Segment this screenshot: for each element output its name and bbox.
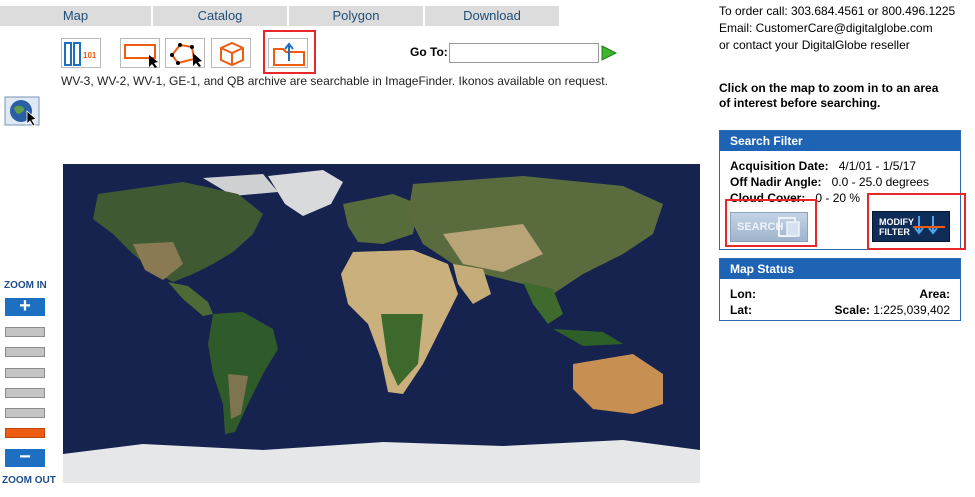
polygon-select-icon: [170, 43, 202, 67]
strip-id-icon: 101: [64, 42, 97, 66]
scale: Scale: 1:225,039,402: [835, 303, 950, 317]
scale-label: Scale:: [834, 303, 870, 317]
highlight-modify-filter-button: [867, 193, 966, 250]
zoom-in-button[interactable]: +: [5, 296, 45, 316]
cloud-cover-value: 0 - 20 %: [815, 191, 861, 205]
world-map-image: [63, 164, 700, 483]
zoom-level-3[interactable]: [5, 368, 45, 378]
off-nadir-angle: Off Nadir Angle: 0.0 - 25.0 degrees: [730, 175, 929, 189]
go-arrow-icon[interactable]: [600, 45, 618, 61]
goto-label: Go To:: [410, 45, 448, 59]
zoom-in-label: ZOOM IN: [4, 280, 47, 291]
zoom-level-1[interactable]: [5, 327, 45, 337]
archive-note: WV-3, WV-2, WV-1, GE-1, and QB archive a…: [61, 74, 608, 88]
zoom-out-button[interactable]: −: [5, 447, 45, 467]
zoom-level-4[interactable]: [5, 388, 45, 398]
acquisition-date: Acquisition Date: 4/1/01 - 1/5/17: [730, 159, 916, 173]
contact-info: To order call: 303.684.4561 or 800.496.1…: [719, 3, 955, 54]
search-filter-title: Search Filter: [720, 131, 960, 151]
area-label: Area:: [919, 287, 950, 301]
scale-value: 1:225,039,402: [873, 303, 950, 317]
map-status-panel: Map Status Lon: Area: Lat: Scale: 1:225,…: [719, 258, 961, 321]
strip-id-tool[interactable]: 101: [61, 38, 101, 68]
rectangle-select-icon: [124, 44, 158, 68]
globe-pan-icon[interactable]: [4, 96, 44, 128]
off-nadir-value: 0.0 - 25.0 degrees: [831, 175, 929, 189]
contact-reseller: or contact your DigitalGlobe reseller: [719, 38, 910, 52]
lon-label: Lon:: [730, 287, 756, 301]
cube-icon: [220, 41, 244, 67]
map-status-title: Map Status: [720, 259, 960, 279]
cube-tool[interactable]: [211, 38, 251, 68]
zoom-out-label: ZOOM OUT: [2, 475, 56, 486]
acquisition-date-label: Acquisition Date:: [730, 159, 829, 173]
tab-polygon[interactable]: Polygon: [289, 6, 423, 26]
lat-label: Lat:: [730, 303, 752, 317]
contact-email: Email: CustomerCare@digitalglobe.com: [719, 21, 933, 35]
zoom-level-2[interactable]: [5, 347, 45, 357]
zoom-level-5[interactable]: [5, 408, 45, 418]
highlight-upload-tool: [263, 30, 316, 74]
off-nadir-label: Off Nadir Angle:: [730, 175, 822, 189]
world-map[interactable]: [63, 164, 700, 483]
goto-input[interactable]: [449, 43, 599, 63]
acquisition-date-value: 4/1/01 - 1/5/17: [838, 159, 917, 173]
click-hint: Click on the map to zoom in to an area o…: [719, 81, 939, 110]
tab-download[interactable]: Download: [425, 6, 559, 26]
tab-map[interactable]: Map: [0, 6, 151, 26]
contact-phone: To order call: 303.684.4561 or 800.496.1…: [719, 4, 956, 18]
tab-catalog[interactable]: Catalog: [153, 6, 287, 26]
rectangle-select-tool[interactable]: [120, 38, 160, 68]
zoom-level-6[interactable]: [5, 428, 45, 438]
highlight-search-button: [725, 199, 817, 247]
polygon-select-tool[interactable]: [165, 38, 205, 68]
svg-text:101: 101: [83, 51, 97, 60]
